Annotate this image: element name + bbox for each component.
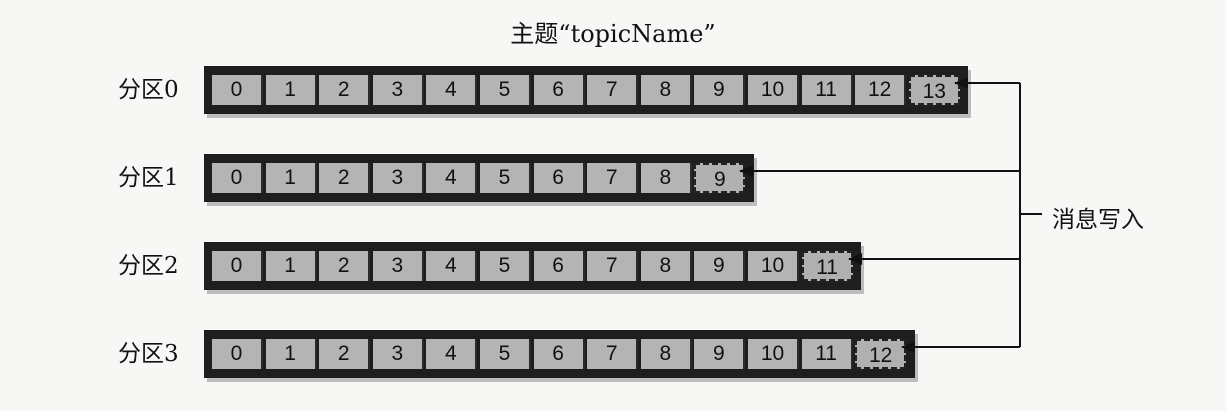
- topic-diagram: 主题“topicName” 分区0 分区1 分区2 分区3 0123456789…: [0, 0, 1226, 411]
- write-arrows: [739, 77, 1042, 353]
